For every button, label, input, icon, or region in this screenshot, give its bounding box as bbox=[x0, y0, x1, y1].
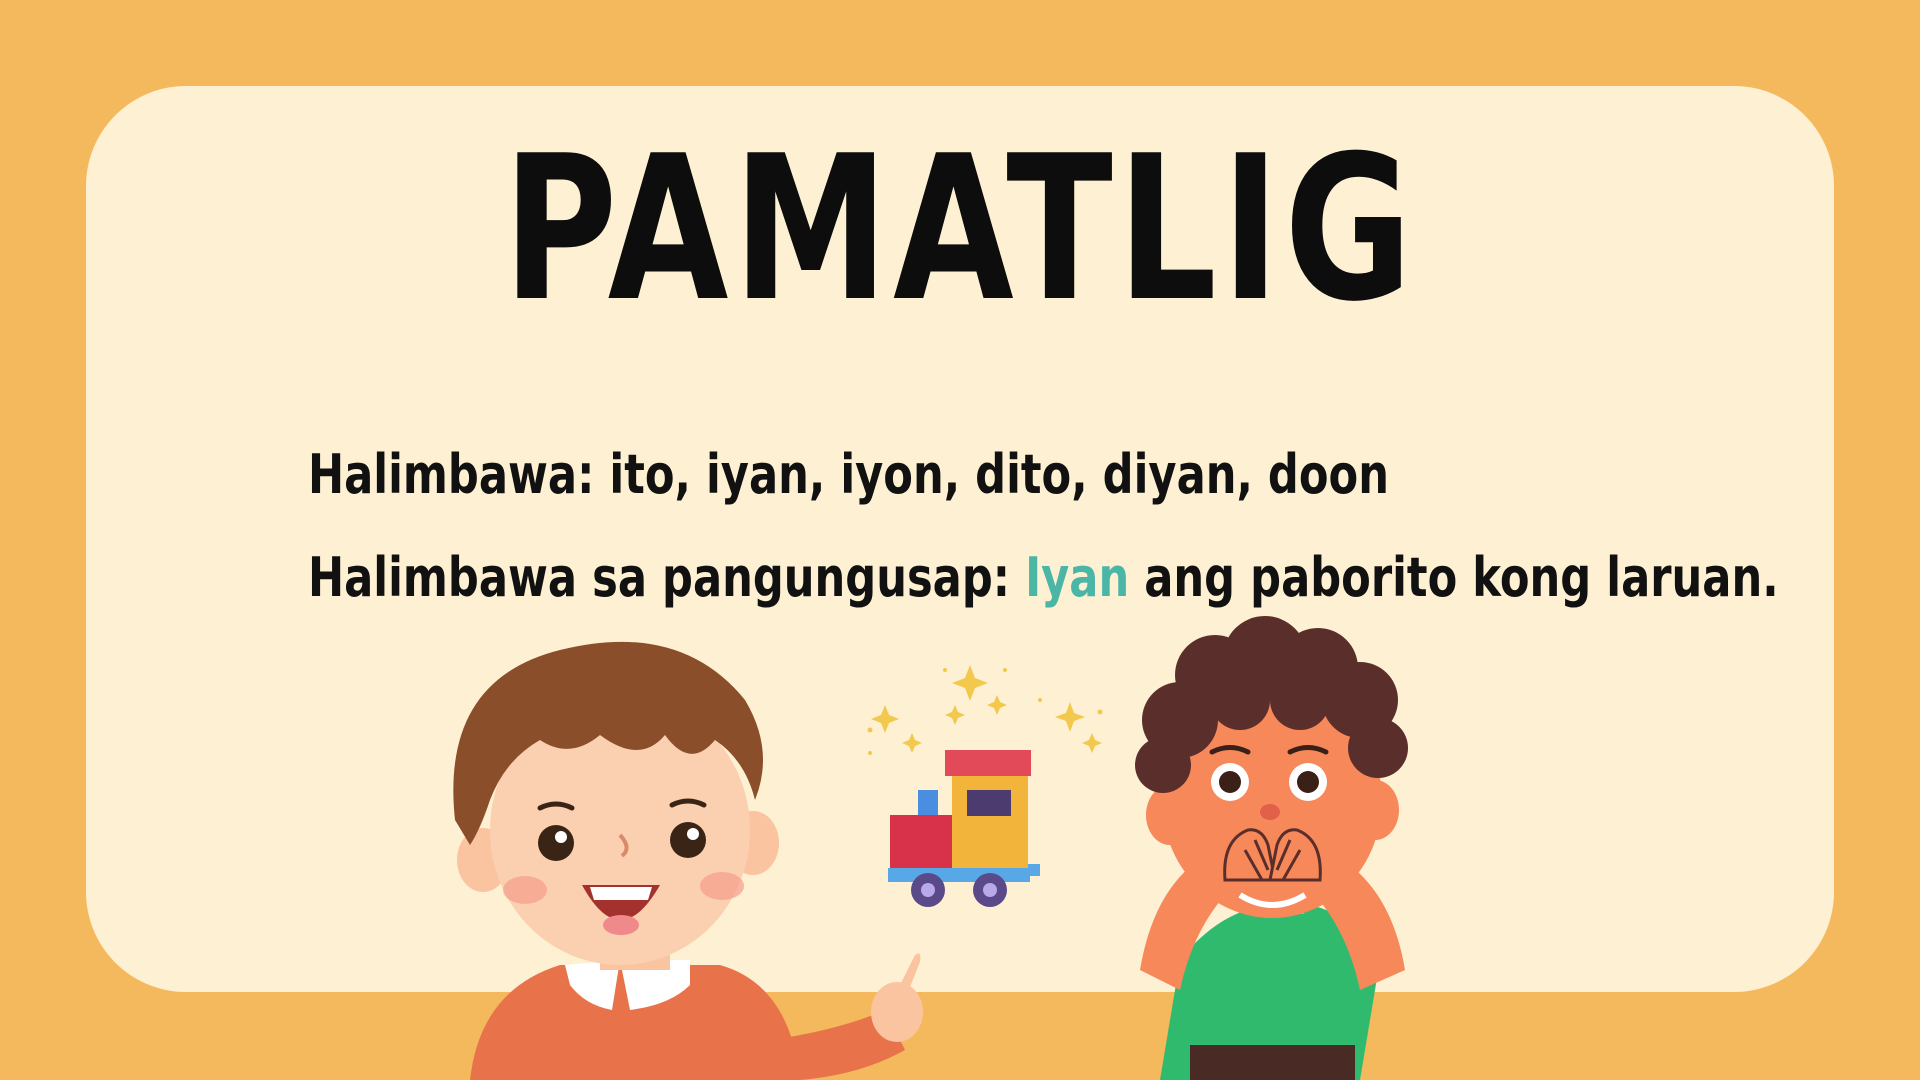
sparkle-icon bbox=[867, 665, 1103, 755]
toy-train bbox=[888, 750, 1040, 907]
pointing-boy bbox=[453, 641, 923, 1080]
illustration-scene bbox=[453, 616, 1408, 1080]
surprised-boy bbox=[1135, 616, 1408, 1080]
